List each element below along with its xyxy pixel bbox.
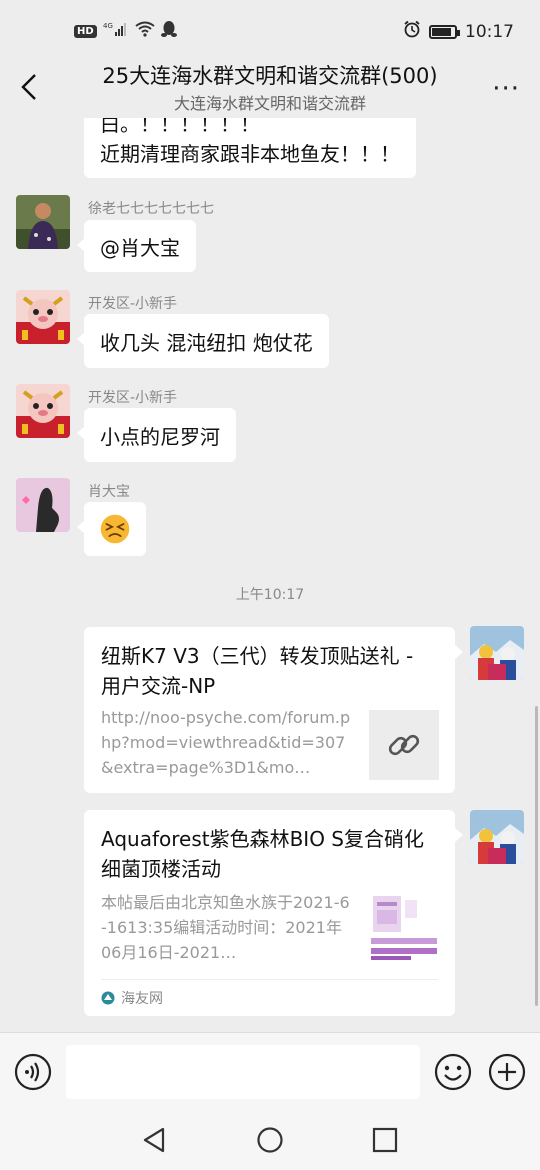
sender-name: 开发区-小新手 — [88, 296, 178, 312]
sender-name: 徐老七七七七七七七 — [88, 201, 214, 217]
card-source: 海友网 — [101, 979, 438, 1016]
plus-icon — [488, 1053, 526, 1091]
status-right: 10:17 — [403, 20, 514, 43]
more-functions-button[interactable] — [488, 1053, 526, 1091]
card-thumbnail — [369, 710, 439, 780]
avatar[interactable] — [16, 290, 70, 344]
status-bar: HD 4G 10:17 — [0, 0, 540, 60]
voice-button[interactable] — [14, 1053, 52, 1091]
chat-header: 25大连海水群文明和谐交流群(500) 大连海水群文明和谐交流群 ··· — [0, 56, 540, 118]
more-options-button[interactable]: ··· — [492, 74, 520, 104]
input-bar — [0, 1032, 540, 1115]
smiley-icon — [434, 1053, 472, 1091]
back-button[interactable] — [14, 70, 44, 104]
sender-name: 开发区-小新手 — [88, 390, 178, 406]
sender-name: 肖大宝 — [88, 484, 130, 500]
wifi-icon — [135, 21, 155, 41]
message-bubble[interactable] — [77, 502, 146, 556]
message-list[interactable]: 白。！！！！！！ 近期清理商家跟非本地鱼友！！！ 徐老七七七七七七七 @肖大宝 … — [0, 118, 540, 1032]
card-description: http://noo-psyche.com/forum.php?mod=view… — [101, 708, 351, 777]
emoji-button[interactable] — [434, 1053, 472, 1091]
nav-home-button[interactable] — [256, 1126, 284, 1158]
qq-icon — [160, 20, 177, 42]
card-title: Aquaforest紫色森林BIO S复合硝化细菌顶楼活动 — [101, 827, 424, 881]
battery-icon — [429, 24, 460, 39]
voice-icon — [14, 1053, 52, 1091]
hd-badge: HD — [74, 24, 97, 38]
article-thumbnail — [369, 894, 439, 964]
source-logo-icon — [101, 991, 115, 1005]
card-title: 纽斯K7 V3（三代）转发顶贴送礼 - 用户交流-NP — [101, 644, 414, 698]
my-avatar[interactable] — [470, 810, 524, 864]
alarm-icon — [403, 20, 421, 43]
chat-title: 25大连海水群文明和谐交流群(500) — [102, 64, 438, 88]
status-time: 10:17 — [465, 21, 514, 42]
nav-back-button[interactable] — [142, 1126, 166, 1158]
circle-home-icon — [257, 1127, 283, 1153]
message-bubble[interactable]: @肖大宝 — [77, 220, 196, 272]
triangle-back-icon — [143, 1127, 165, 1153]
signal-icon: 4G — [103, 21, 129, 41]
system-nav-bar — [0, 1114, 540, 1170]
message-text: @肖大宝 — [100, 235, 180, 260]
message-timestamp: 上午10:17 — [235, 587, 305, 603]
chat-subtitle: 大连海水群文明和谐交流群 — [173, 94, 366, 113]
message-text-line: 白。！！！！！！ — [100, 118, 260, 136]
card-source-name: 海友网 — [121, 991, 163, 1007]
message-text-line: 近期清理商家跟非本地鱼友！！！ — [100, 142, 400, 166]
square-recents-icon — [372, 1127, 398, 1153]
avatar[interactable] — [16, 384, 70, 438]
avatar[interactable] — [16, 478, 70, 532]
svg-text:4G: 4G — [103, 22, 113, 30]
chevron-left-icon — [21, 74, 36, 100]
message-text: 小点的尼罗河 — [100, 424, 220, 449]
nav-recents-button[interactable] — [372, 1126, 398, 1158]
message-bubble[interactable]: 收几头 混沌纽扣 炮仗花 — [77, 314, 329, 368]
article-card[interactable]: Aquaforest紫色森林BIO S复合硝化细菌顶楼活动 本帖最后由北京知鱼水… — [84, 810, 463, 1016]
status-left: HD 4G — [74, 20, 177, 42]
persevering-face-emoji-icon — [100, 514, 130, 544]
message-text: 收几头 混沌纽扣 炮仗花 — [100, 330, 313, 355]
message-bubble[interactable]: 白。！！！！！！ 近期清理商家跟非本地鱼友！！！ — [84, 118, 416, 178]
message-input[interactable] — [66, 1045, 420, 1099]
message-bubble[interactable]: 小点的尼罗河 — [77, 408, 236, 462]
link-icon — [388, 734, 420, 756]
card-description: 本帖最后由北京知鱼水族于2021-6-1613:35编辑活动时间：2021年06… — [101, 893, 350, 962]
avatar[interactable] — [16, 195, 70, 249]
my-avatar[interactable] — [470, 626, 524, 680]
link-card[interactable]: 纽斯K7 V3（三代）转发顶贴送礼 - 用户交流-NP http://noo-p… — [84, 627, 463, 793]
scrollbar[interactable] — [535, 706, 538, 1006]
